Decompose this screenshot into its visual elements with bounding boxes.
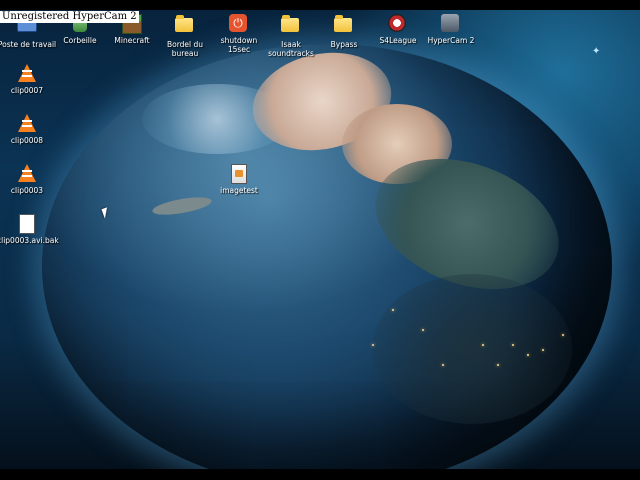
desktop-icon-label: S4League <box>379 36 417 45</box>
vlc-icon <box>17 64 37 84</box>
desktop-icon-shutdown[interactable]: ⏻ shutdown 15sec <box>209 14 269 54</box>
desktop-icon-label: Isaak soundtracks <box>268 40 314 58</box>
hypercam-icon <box>441 14 461 34</box>
desktop-icon-label: clip0003 <box>10 186 44 195</box>
folder-icon <box>175 15 195 38</box>
desktop-icon-label: Bordel du bureau <box>166 40 204 58</box>
s4league-icon <box>388 14 408 34</box>
shutdown-icon: ⏻ <box>229 14 249 34</box>
desktop-icon-label: imagetest <box>220 186 258 195</box>
desktop-icon-bordel-du-bureau[interactable]: Bordel du bureau <box>155 14 215 58</box>
file-icon <box>17 214 37 234</box>
city-light <box>422 329 424 331</box>
city-light <box>497 364 499 366</box>
folder-icon <box>334 15 354 38</box>
star-sparkle: ✦ <box>592 46 601 57</box>
desktop-icon-bypass[interactable]: Bypass <box>314 14 374 49</box>
desktop-icon-isaak-soundtracks[interactable]: Isaak soundtracks <box>261 14 321 58</box>
desktop-icon-hypercam[interactable]: HyperCam 2 <box>421 14 481 45</box>
desktop-icon-label: clip0003.avi.bak <box>0 236 59 245</box>
island-region <box>151 193 213 219</box>
city-light <box>527 354 529 356</box>
hypercam-watermark: Unregistered HyperCam 2 <box>0 11 139 23</box>
folder-icon <box>281 15 301 38</box>
desktop-icon-label: Corbeille <box>63 36 97 45</box>
vlc-icon <box>17 164 37 184</box>
desktop-icon-imagetest[interactable]: imagetest <box>209 164 269 195</box>
letterbox-bottom <box>0 469 640 480</box>
desktop-icon-s4league[interactable]: S4League <box>368 14 428 45</box>
vlc-icon <box>17 114 37 134</box>
desktop-icon-label: Bypass <box>330 40 358 49</box>
desktop-icon-label: HyperCam 2 <box>427 36 475 45</box>
desktop-icon-label: clip0008 <box>10 136 44 145</box>
letterbox-top <box>0 0 640 10</box>
desktop-icon-label: clip0007 <box>10 86 44 95</box>
city-light <box>372 344 374 346</box>
city-light <box>442 364 444 366</box>
city-light <box>562 334 564 336</box>
city-light <box>542 349 544 351</box>
desktop-icon-clip0003[interactable]: clip0003 <box>0 164 57 195</box>
city-light <box>392 309 394 311</box>
desktop-icon-label: Minecraft <box>114 36 150 45</box>
desktop-icon-clip0007[interactable]: clip0007 <box>0 64 57 95</box>
desktop-icon-label: Poste de travail <box>0 40 57 49</box>
desktop-icon-clip0003-bak[interactable]: clip0003.avi.bak <box>0 214 59 245</box>
desktop-icon-label: shutdown 15sec <box>220 36 258 54</box>
desktop-wallpaper: ✦ Poste de travail Corbeille Minecraft B… <box>0 0 640 480</box>
image-file-icon <box>229 164 249 184</box>
city-light <box>512 344 514 346</box>
city-light <box>482 344 484 346</box>
earth-wallpaper-image <box>42 44 612 480</box>
desktop-icon-clip0008[interactable]: clip0008 <box>0 114 57 145</box>
